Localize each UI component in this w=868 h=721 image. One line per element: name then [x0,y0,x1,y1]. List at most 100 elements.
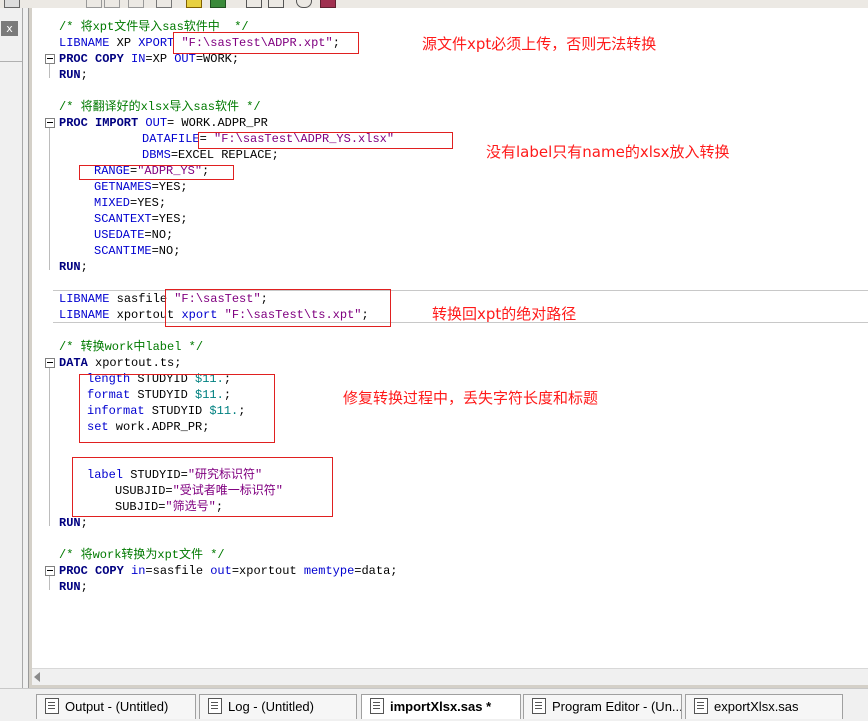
punct: ; [80,580,88,594]
keyword: PROC IMPORT [59,116,139,130]
program-icon [370,698,384,714]
submit-icon[interactable] [210,0,226,8]
tab-export-xlsx[interactable]: exportXlsx.sas [685,694,843,719]
code-text: = WORK.ADPR_PR [167,116,268,130]
explorer-pane: x [0,8,23,688]
option: DATAFILE [142,132,200,146]
tab-log[interactable]: Log - (Untitled) [199,694,357,719]
help-icon[interactable] [296,0,312,8]
code-text: =NO; [151,244,181,258]
document-icon [208,698,222,714]
option: SCANTIME [94,244,152,258]
fold-guide [49,128,50,270]
code-text: =data; [354,564,398,578]
option: USEDATE [94,228,145,242]
document-icon [45,698,59,714]
copy-icon[interactable] [86,0,102,8]
keyword: RUN [59,580,81,594]
code-line: RUN; [59,515,88,531]
program-icon [532,698,546,714]
paste-icon[interactable] [104,0,120,8]
tab-output[interactable]: Output - (Untitled) [36,694,196,719]
horizontal-scrollbar[interactable] [32,668,868,685]
fold-guide [49,64,50,78]
annotation-box [79,165,234,180]
keyword: LIBNAME [59,308,110,322]
code-line: DATA xportout.ts; [59,355,181,371]
tab-label: exportXlsx.sas [714,699,799,714]
tab-program-editor[interactable]: Program Editor - (Un... [523,694,682,719]
annotation-box [79,374,275,443]
code-text: =YES; [130,196,167,210]
clear-all-icon[interactable] [268,0,284,8]
code-text: =NO; [144,228,174,242]
scroll-left-icon[interactable] [34,672,40,682]
option: SCANTEXT [94,212,152,226]
annotation-note: 修复转换过程中，丢失字符长度和标题 [343,389,599,407]
code-text: =EXCEL REPLACE; [170,148,279,162]
fold-guide [49,368,50,526]
code-text: xportout.ts; [87,356,182,370]
punct: ; [80,516,88,530]
annotation-box [72,457,333,517]
keyword: RUN [59,260,81,274]
keyword: LIBNAME [59,292,110,306]
code-text: =WORK; [195,52,240,66]
keyword: PROC COPY [59,564,124,578]
cut-icon[interactable] [4,0,20,8]
pane-divider [0,61,22,62]
option: out [210,564,232,578]
tab-label: Output - (Untitled) [65,699,169,714]
comment: /* 将翻译好的xlsx导入sas软件 */ [59,100,261,114]
keyword: RUN [59,68,81,82]
code-line: /* 将翻译好的xlsx导入sas软件 */ [59,99,261,115]
code-line: /* 将work转换为xpt文件 */ [59,547,225,563]
clear-icon[interactable] [246,0,262,8]
code-text: =XP [145,52,175,66]
comment: /* 转换work中label */ [59,340,204,354]
fold-toggle-icon[interactable] [45,358,55,368]
code-text: =xportout [231,564,304,578]
annotation-box [165,289,391,327]
code-line: MIXED=YES; [94,195,166,211]
code-line: RUN; [59,579,88,595]
undo-icon[interactable] [128,0,144,8]
books-icon[interactable] [320,0,336,8]
tab-label: Log - (Untitled) [228,699,314,714]
keyword: RUN [59,516,81,530]
code-line: DBMS=EXCEL REPLACE; [142,147,279,163]
punct: ; [80,68,88,82]
libref: XP [109,36,139,50]
code-line: PROC IMPORT OUT= WORK.ADPR_PR [59,115,268,131]
tab-label: importXlsx.sas * [390,699,492,714]
code-line: SCANTEXT=YES; [94,211,188,227]
code-line: PROC COPY in=sasfile out=xportout memtyp… [59,563,398,579]
code-line: /* 转换work中label */ [59,339,203,355]
code-line: RUN; [59,259,88,275]
code-line: USEDATE=NO; [94,227,173,243]
fold-toggle-icon[interactable] [45,566,55,576]
new-program-icon[interactable] [156,0,172,8]
annotation-note: 转换回xpt的绝对路径 [432,305,577,323]
keyword: LIBNAME [59,36,110,50]
option: in [123,564,146,578]
option: memtype [303,564,355,578]
close-pane-button[interactable]: x [1,21,18,36]
code-text: =YES; [151,180,188,194]
code-line: SCANTIME=NO; [94,243,180,259]
option: MIXED [94,196,131,210]
annotation-note: 源文件xpt必须上传，否则无法转换 [422,35,657,53]
annotation-note: 没有label只有name的xlsx放入转换 [486,143,730,161]
fold-toggle-icon[interactable] [45,118,55,128]
keyword: DATA [59,356,88,370]
code-line: GETNAMES=YES; [94,179,188,195]
code-line: RUN; [59,67,88,83]
tab-import-xlsx[interactable]: importXlsx.sas * [361,694,521,719]
punct: ; [80,260,88,274]
find-icon[interactable] [186,0,202,8]
option: GETNAMES [94,180,152,194]
option: DBMS [142,148,171,162]
fold-guide [49,576,50,590]
fold-toggle-icon[interactable] [45,54,55,64]
option: OUT [138,116,168,130]
